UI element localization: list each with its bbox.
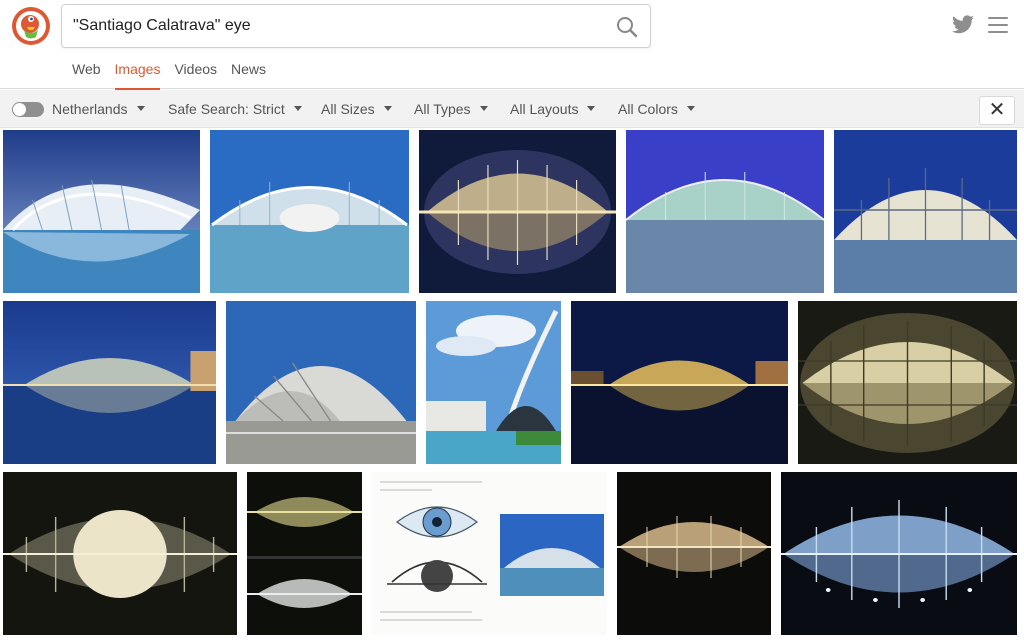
- image-result[interactable]: [834, 130, 1017, 293]
- image-result[interactable]: [3, 472, 237, 635]
- result-thumbnail: [3, 301, 216, 464]
- tab-videos[interactable]: Videos: [174, 61, 217, 89]
- header-bar: "Santiago Calatrava" eye Web Images Vide…: [0, 0, 1024, 90]
- close-filters-button[interactable]: ✕: [979, 96, 1015, 125]
- safe-search-label: Safe Search: Strict: [168, 101, 285, 117]
- caret-down-icon: [587, 105, 596, 111]
- type-filter[interactable]: All Types: [414, 101, 488, 117]
- color-filter[interactable]: All Colors: [618, 101, 695, 117]
- search-box[interactable]: "Santiago Calatrava" eye: [61, 4, 651, 48]
- result-thumbnail: [247, 472, 362, 635]
- result-thumbnail: [571, 301, 788, 464]
- result-thumbnail: [226, 301, 416, 464]
- color-label: All Colors: [618, 101, 678, 117]
- layout-label: All Layouts: [510, 101, 579, 117]
- search-tabs: Web Images Videos News: [72, 61, 280, 90]
- toggle-knob: [13, 103, 26, 116]
- result-thumbnail: [3, 472, 237, 635]
- image-result[interactable]: [372, 472, 607, 635]
- size-filter[interactable]: All Sizes: [321, 101, 392, 117]
- magnifier-icon[interactable]: [616, 16, 638, 38]
- result-thumbnail: [210, 130, 409, 293]
- image-result[interactable]: [798, 301, 1017, 464]
- tab-news[interactable]: News: [231, 61, 266, 89]
- tab-images[interactable]: Images: [114, 61, 160, 90]
- image-result[interactable]: [247, 472, 362, 635]
- caret-down-icon: [686, 105, 695, 111]
- result-thumbnail: [626, 130, 824, 293]
- image-result[interactable]: [426, 301, 561, 464]
- image-result[interactable]: [626, 130, 824, 293]
- layout-filter[interactable]: All Layouts: [510, 101, 596, 117]
- image-result[interactable]: [571, 301, 788, 464]
- caret-down-icon: [383, 105, 392, 111]
- result-thumbnail: [617, 472, 771, 635]
- tab-web[interactable]: Web: [72, 61, 101, 89]
- region-toggle[interactable]: [12, 102, 44, 117]
- result-thumbnail: [3, 130, 200, 293]
- result-thumbnail: [372, 472, 607, 635]
- image-result[interactable]: [419, 130, 616, 293]
- twitter-icon[interactable]: [951, 15, 975, 37]
- safe-search-filter[interactable]: Safe Search: Strict: [168, 101, 302, 117]
- result-thumbnail: [781, 472, 1017, 635]
- search-input[interactable]: "Santiago Calatrava" eye: [73, 17, 251, 35]
- image-result[interactable]: [781, 472, 1017, 635]
- type-label: All Types: [414, 101, 471, 117]
- image-result[interactable]: [210, 130, 409, 293]
- image-result[interactable]: [226, 301, 416, 464]
- result-thumbnail: [834, 130, 1017, 293]
- hamburger-menu-icon[interactable]: [988, 17, 1008, 35]
- caret-down-icon: [136, 105, 145, 111]
- image-result[interactable]: [3, 301, 216, 464]
- result-thumbnail: [426, 301, 561, 464]
- region-filter[interactable]: Netherlands: [52, 101, 145, 117]
- caret-down-icon: [479, 105, 488, 111]
- filter-bar: Netherlands Safe Search: Strict All Size…: [0, 90, 1024, 128]
- size-label: All Sizes: [321, 101, 375, 117]
- result-thumbnail: [419, 130, 616, 293]
- region-label: Netherlands: [52, 101, 128, 117]
- duckduckgo-logo[interactable]: [11, 6, 51, 46]
- result-thumbnail: [798, 301, 1017, 464]
- image-result[interactable]: [3, 130, 200, 293]
- caret-down-icon: [293, 105, 302, 111]
- image-result[interactable]: [617, 472, 771, 635]
